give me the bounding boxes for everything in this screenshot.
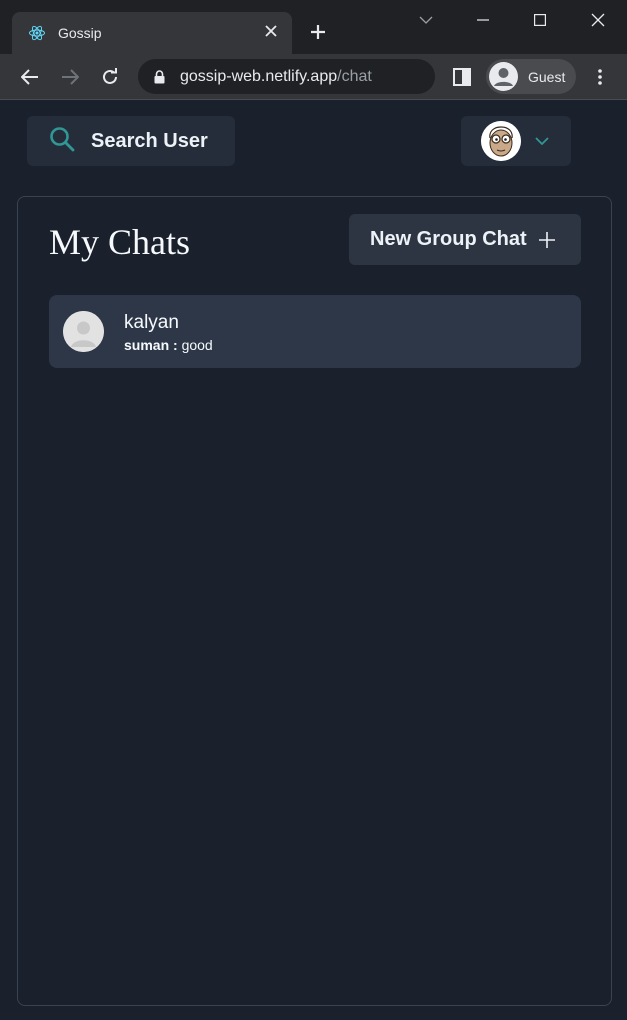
close-icon[interactable] [262,24,280,42]
chat-name: kalyan [124,311,179,333]
url-path: /chat [337,67,372,85]
reload-icon[interactable] [96,63,124,91]
tab-title: Gossip [58,25,102,41]
side-panel-icon[interactable] [450,65,474,89]
avatar [481,121,521,161]
new-tab-button[interactable] [304,18,332,46]
chat-message: good [181,336,213,353]
my-chats-panel: My Chats New Group Chat kalyan suman : g… [17,196,612,1006]
more-menu-icon[interactable] [588,65,612,89]
person-icon [489,62,518,91]
user-menu-button[interactable] [461,116,571,166]
search-user-button[interactable]: Search User [27,116,235,166]
lock-icon [154,69,166,84]
plus-icon [538,231,555,248]
browser-tab[interactable]: Gossip [12,12,292,54]
minimize-icon[interactable] [468,8,498,32]
react-icon [28,24,46,42]
url-host: gossip-web.netlify.app [180,67,338,85]
maximize-icon[interactable] [525,8,555,32]
address-bar[interactable]: gossip-web.netlify.app/chat [138,59,435,94]
chat-text: kalyan suman : good [124,311,213,353]
profile-button[interactable]: Guest [486,59,576,94]
chat-sender: suman : [124,336,178,353]
avatar [63,311,104,352]
window-close-icon[interactable] [583,8,613,32]
browser-toolbar: gossip-web.netlify.app/chat Guest [0,54,627,100]
new-group-chat-label: New Group Chat [370,228,527,250]
new-group-chat-button[interactable]: New Group Chat [349,214,581,265]
chevron-down-icon [535,137,549,145]
search-user-label: Search User [91,129,208,152]
search-icon [49,126,75,157]
forward-arrow-icon[interactable] [56,63,84,91]
tab-search-icon[interactable] [411,8,441,32]
page-title: My Chats [49,222,191,262]
chat-list-item[interactable]: kalyan suman : good [49,295,581,368]
chat-preview: suman : good [124,337,213,353]
back-arrow-icon[interactable] [16,63,44,91]
profile-label: Guest [528,68,566,85]
browser-tabstrip: Gossip [0,0,627,54]
